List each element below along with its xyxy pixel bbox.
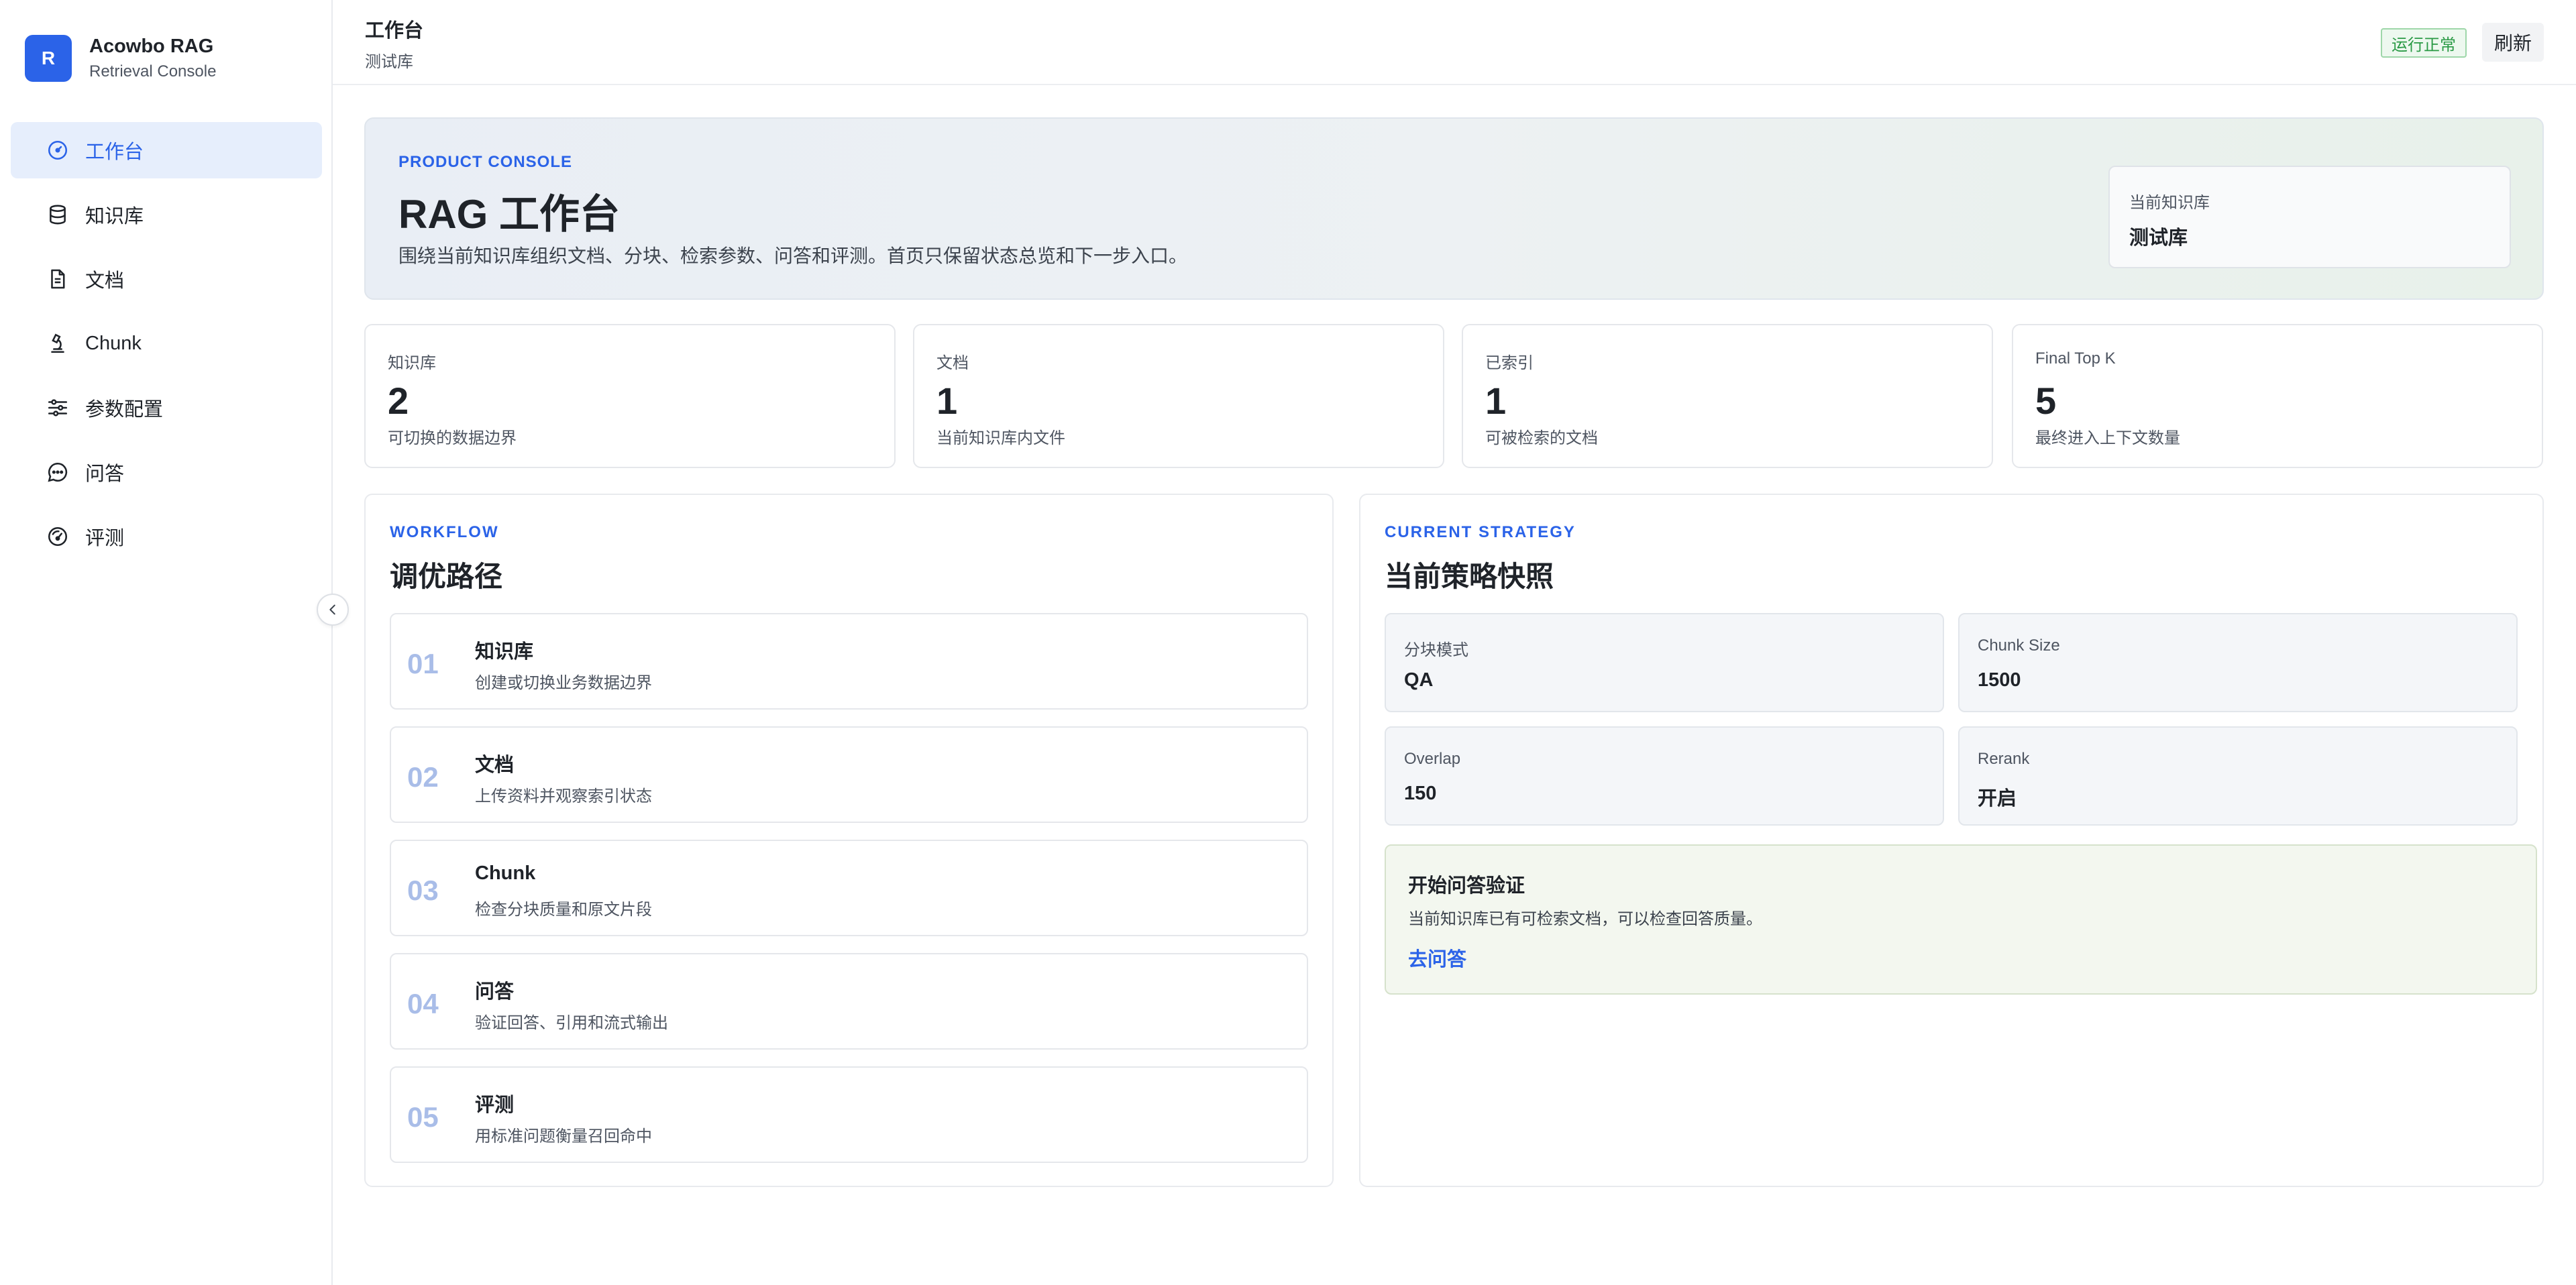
current-kb-subtitle: 测试库 [365,53,413,71]
sidebar-item-qa[interactable]: 问答 [11,444,322,500]
strategy-overlap: Overlap 150 [1385,726,1944,826]
brand-subtitle: Retrieval Console [89,62,217,80]
step-number: 05 [407,1101,439,1133]
sidebar: R Acowbo RAG Retrieval Console 工作台 知识库 文… [0,0,333,1285]
step-description: 用标准问题衡量召回命中 [475,1127,652,1146]
current-kb-label: 当前知识库 [2129,194,2210,212]
workflow-step-knowledge-base[interactable]: 01 知识库 创建或切换业务数据边界 [390,613,1308,710]
step-number: 03 [407,875,439,906]
top-header: 工作台 测试库 运行正常 刷新 [333,0,2576,85]
step-number: 01 [407,648,439,679]
sidebar-item-settings[interactable]: 参数配置 [11,380,322,436]
step-number: 02 [407,761,439,793]
sliders-icon [46,396,69,419]
hero-eyebrow: PRODUCT CONSOLE [398,153,573,171]
brand: R Acowbo RAG Retrieval Console [25,33,216,84]
stat-label: 知识库 [388,354,436,372]
chat-icon [46,461,69,484]
stat-label: 文档 [936,354,969,372]
gauge-icon [46,525,69,548]
step-title: 问答 [475,981,515,1003]
strategy-chunk-mode: 分块模式 QA [1385,613,1944,712]
workflow-step-documents[interactable]: 02 文档 上传资料并观察索引状态 [390,726,1308,823]
sidebar-item-chunk[interactable]: Chunk [11,315,322,372]
step-title: 知识库 [475,641,534,663]
strategy-label: 分块模式 [1404,641,1468,659]
hero-banner: PRODUCT CONSOLE RAG 工作台 围绕当前知识库组织文档、分块、检… [364,117,2544,300]
sidebar-collapse-button[interactable] [317,594,349,626]
stat-description: 可切换的数据边界 [388,429,517,447]
strategy-panel: CURRENT STRATEGY 当前策略快照 分块模式 QA Chunk Si… [1359,494,2544,1187]
sidebar-nav: 工作台 知识库 文档 Chunk 参数配置 问答 评测 [11,122,322,573]
strategy-chunk-size: Chunk Size 1500 [1958,613,2518,712]
current-kb-value: 测试库 [2129,227,2188,249]
stat-card-documents: 文档 1 当前知识库内文件 [913,324,1444,468]
strategy-value: 开启 [1978,788,2017,809]
sidebar-item-label: 工作台 [85,142,144,163]
page-title: 工作台 [365,20,424,42]
strategy-value: 150 [1404,783,1437,804]
database-icon [46,203,69,226]
stat-value: 2 [388,380,409,422]
refresh-button[interactable]: 刷新 [2482,23,2544,62]
stat-card-final-top-k: Final Top K 5 最终进入上下文数量 [2012,324,2543,468]
strategy-rerank: Rerank 开启 [1958,726,2518,826]
hero-description: 围绕当前知识库组织文档、分块、检索参数、问答和评测。首页只保留状态总览和下一步入… [398,245,1188,266]
sidebar-item-label: 知识库 [85,206,144,227]
strategy-label: Chunk Size [1978,636,2060,655]
step-description: 上传资料并观察索引状态 [475,787,652,805]
chevron-left-icon [329,604,335,615]
current-kb-card: 当前知识库 测试库 [2108,166,2511,268]
qa-callout-description: 当前知识库已有可检索文档，可以检查回答质量。 [1408,910,1762,928]
status-badge: 运行正常 [2381,28,2467,58]
step-description: 验证回答、引用和流式输出 [475,1014,668,1032]
stat-description: 可被检索的文档 [1485,429,1598,447]
step-title: 文档 [475,755,515,776]
step-description: 创建或切换业务数据边界 [475,674,652,692]
stat-value: 1 [936,380,958,422]
strategy-label: Overlap [1404,750,1461,768]
microscope-icon [46,332,69,355]
stat-card-indexed: 已索引 1 可被检索的文档 [1462,324,1993,468]
stat-value: 1 [1485,380,1507,422]
strategy-eyebrow: CURRENT STRATEGY [1385,523,1576,541]
hero-title: RAG 工作台 [398,192,620,237]
qa-callout-title: 开始问答验证 [1408,875,1525,897]
workflow-eyebrow: WORKFLOW [390,523,499,541]
go-to-qa-link[interactable]: 去问答 [1408,944,1466,972]
stat-label: Final Top K [2035,349,2116,368]
step-title: Chunk [475,862,536,884]
dashboard-icon [46,139,69,162]
stat-description: 当前知识库内文件 [936,429,1065,447]
strategy-title: 当前策略快照 [1385,561,1554,592]
strategy-value: 1500 [1978,669,2021,691]
step-number: 04 [407,988,439,1019]
stat-description: 最终进入上下文数量 [2035,429,2180,447]
workflow-step-evaluation[interactable]: 05 评测 用标准问题衡量召回命中 [390,1066,1308,1163]
step-title: 评测 [475,1095,515,1116]
strategy-label: Rerank [1978,750,2030,768]
brand-logo: R [25,35,72,82]
stat-label: 已索引 [1485,354,1534,372]
sidebar-item-workbench[interactable]: 工作台 [11,122,322,178]
sidebar-item-knowledge-base[interactable]: 知识库 [11,186,322,243]
sidebar-item-label: 参数配置 [85,399,164,421]
sidebar-item-documents[interactable]: 文档 [11,251,322,307]
step-description: 检查分块质量和原文片段 [475,901,652,919]
brand-name: Acowbo RAG [89,36,214,57]
sidebar-item-label: 评测 [85,528,125,549]
document-icon [46,268,69,290]
workflow-step-qa[interactable]: 04 问答 验证回答、引用和流式输出 [390,953,1308,1050]
qa-callout: 开始问答验证 当前知识库已有可检索文档，可以检查回答质量。 去问答 [1385,844,2537,995]
strategy-value: QA [1404,669,1434,691]
workflow-step-chunk[interactable]: 03 Chunk 检查分块质量和原文片段 [390,840,1308,936]
workflow-panel: WORKFLOW 调优路径 01 知识库 创建或切换业务数据边界 02 文档 上… [364,494,1334,1187]
sidebar-item-label: Chunk [85,332,142,354]
sidebar-item-evaluation[interactable]: 评测 [11,508,322,565]
sidebar-item-label: 文档 [85,270,125,292]
stat-card-knowledge-bases: 知识库 2 可切换的数据边界 [364,324,896,468]
workflow-title: 调优路径 [390,561,503,592]
sidebar-item-label: 问答 [85,463,125,485]
stat-value: 5 [2035,380,2057,422]
